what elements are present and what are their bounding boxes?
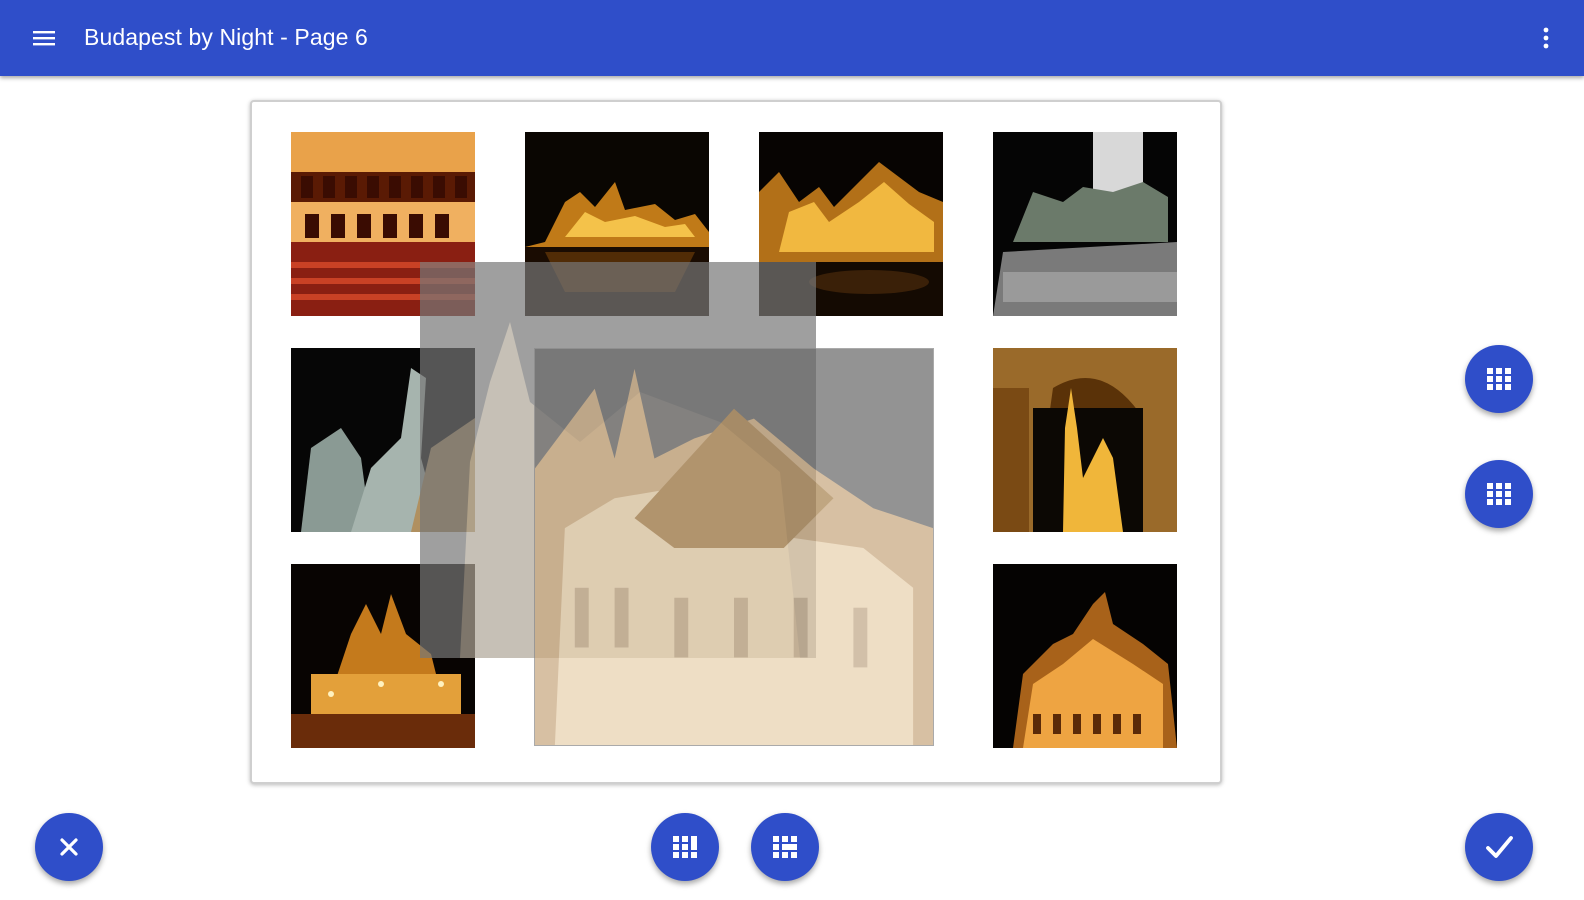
layout-option-button-4[interactable] xyxy=(751,813,819,881)
close-icon xyxy=(60,838,78,856)
page-title: Budapest by Night - Page 6 xyxy=(84,24,368,50)
layout-option-button-2[interactable] xyxy=(1465,460,1533,528)
grid-layout-icon xyxy=(773,836,797,858)
app-bar: Budapest by Night - Page 6 xyxy=(0,0,1584,76)
menu-button[interactable] xyxy=(28,22,60,54)
check-icon xyxy=(1486,836,1513,858)
layout-option-button-1[interactable] xyxy=(1465,345,1533,413)
hamburger-menu-icon xyxy=(33,31,55,46)
dragging-photo-matthias-church[interactable] xyxy=(534,348,934,746)
grid-layout-icon xyxy=(673,836,697,858)
more-vert-icon xyxy=(1543,27,1549,49)
confirm-button[interactable] xyxy=(1465,813,1533,881)
overflow-menu-button[interactable] xyxy=(1534,22,1558,54)
cancel-button[interactable] xyxy=(35,813,103,881)
photo-tile-heroes-square[interactable] xyxy=(993,132,1177,316)
layout-option-button-3[interactable] xyxy=(651,813,719,881)
photo-tile-arcade-cathedral[interactable] xyxy=(993,348,1177,532)
photo-tile-matthias-church[interactable] xyxy=(993,564,1177,748)
grid-layout-icon xyxy=(1487,483,1511,505)
grid-layout-icon xyxy=(1487,368,1511,390)
